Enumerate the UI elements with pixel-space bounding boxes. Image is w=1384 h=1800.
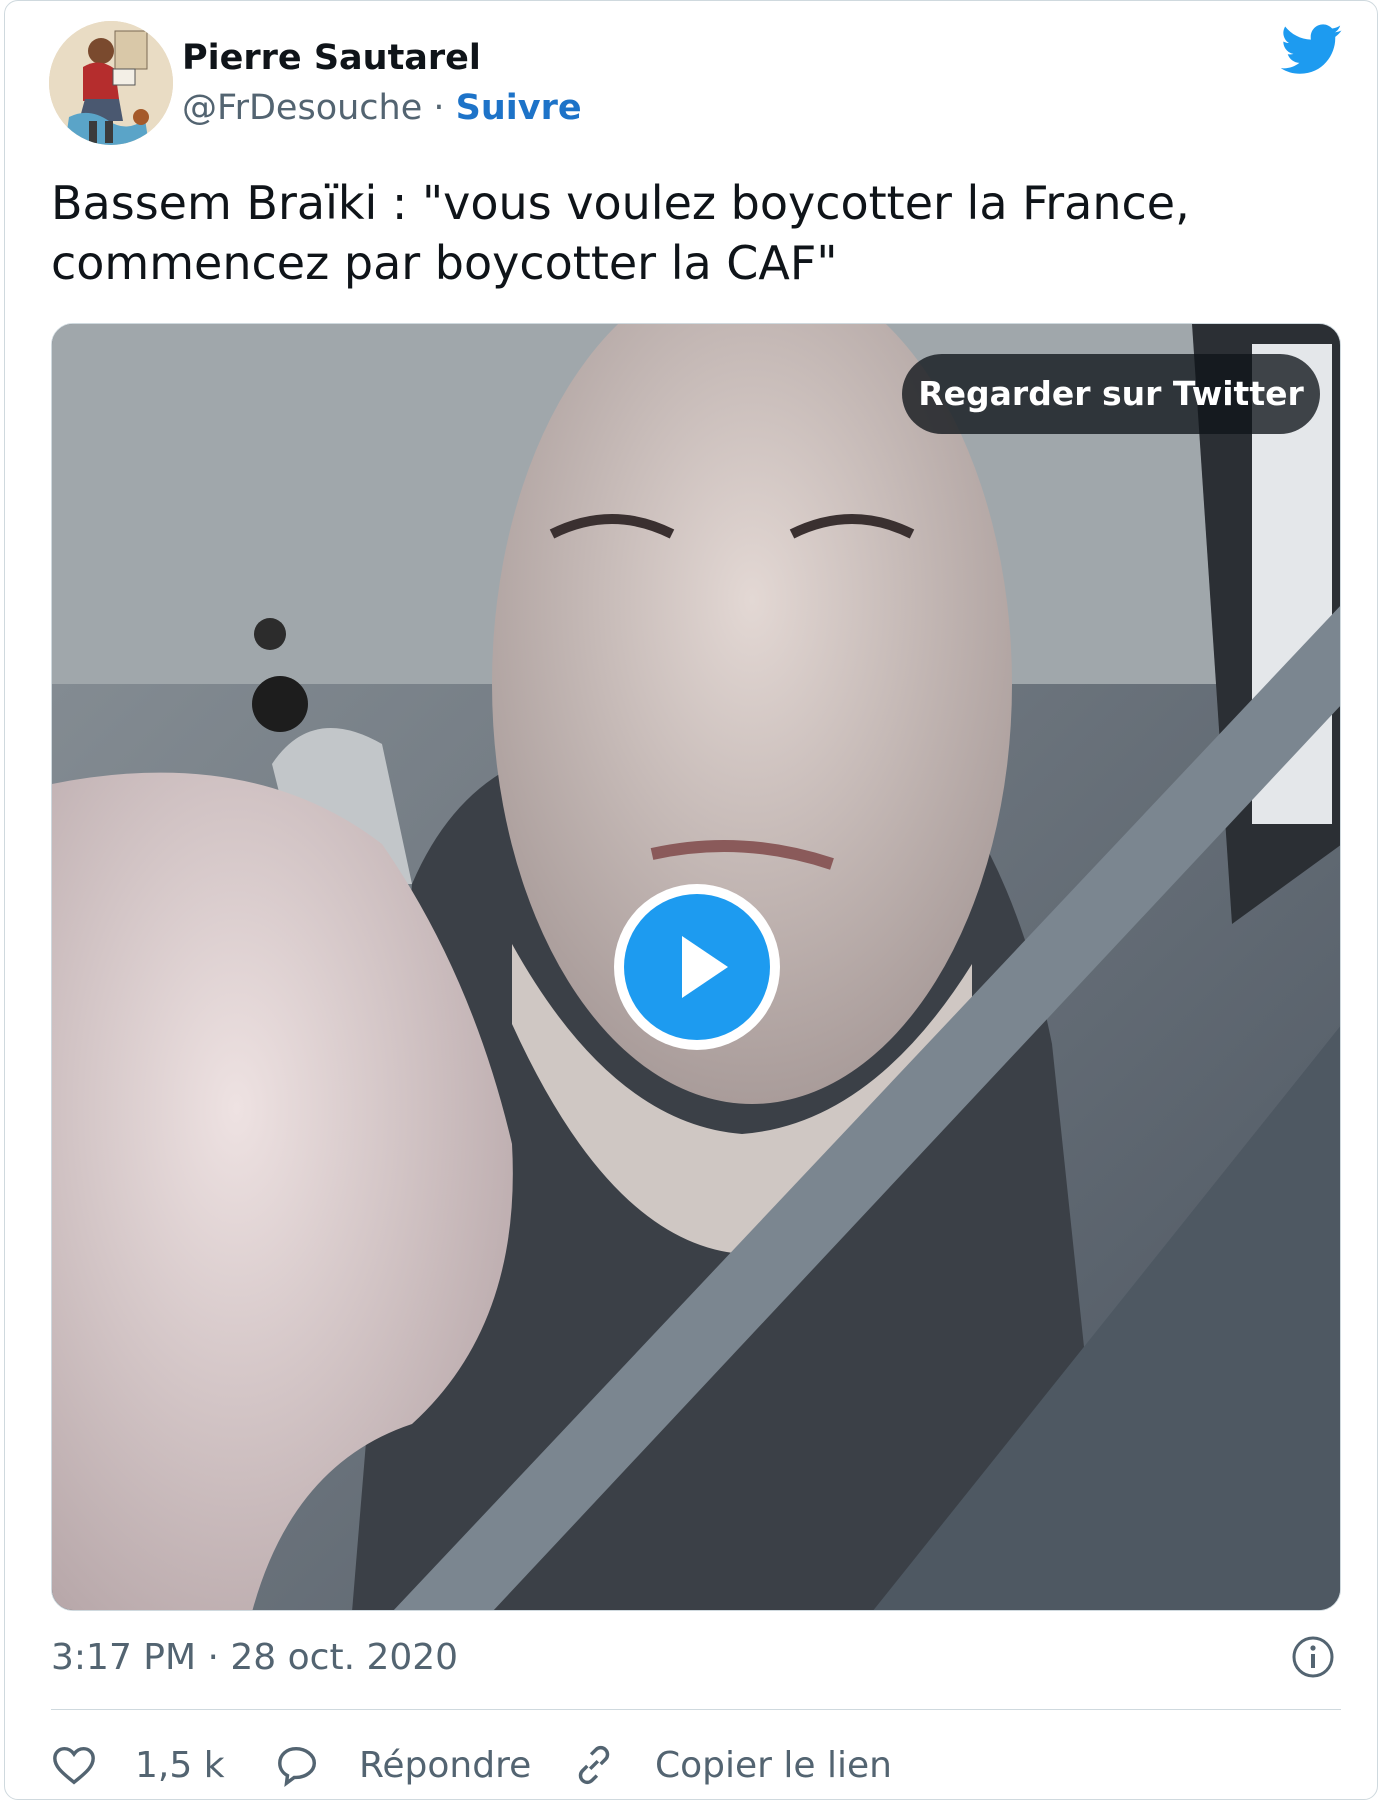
like-count: 1,5 k [135, 1744, 225, 1786]
divider [51, 1709, 1341, 1710]
info-icon[interactable] [1291, 1635, 1335, 1679]
display-name[interactable]: Pierre Sautarel [182, 33, 481, 83]
play-icon [682, 936, 728, 998]
twitter-bird-icon[interactable] [1281, 23, 1343, 77]
video-player[interactable]: Regarder sur Twitter [51, 323, 1341, 1611]
reply-button[interactable]: Répondre [275, 1737, 531, 1793]
tweet-card: Pierre Sautarel @FrDesouche · Suivre Bas… [4, 0, 1378, 1800]
heart-icon [53, 1746, 95, 1785]
copy-link-label: Copier le lien [655, 1744, 892, 1786]
tweet-text: Bassem Braïki : "vous voulez boycotter l… [51, 173, 1301, 293]
watch-on-twitter-button[interactable]: Regarder sur Twitter [902, 354, 1320, 434]
handle-row: @FrDesouche · Suivre [182, 83, 582, 133]
play-button-fill [624, 894, 770, 1040]
user-handle[interactable]: @FrDesouche [182, 88, 422, 128]
avatar-illustration [49, 21, 173, 145]
follow-link[interactable]: Suivre [456, 88, 582, 128]
tweet-text-line: commencez par boycotter la CAF" [51, 236, 838, 290]
reply-label: Répondre [359, 1744, 532, 1786]
like-button[interactable]: 1,5 k [51, 1737, 225, 1793]
link-icon [578, 1745, 610, 1785]
copy-link-button[interactable]: Copier le lien [571, 1737, 892, 1793]
separator-dot: · [422, 88, 456, 128]
avatar[interactable] [49, 21, 173, 145]
play-button[interactable] [614, 884, 780, 1050]
action-bar: 1,5 k Répondre Copier le lien [51, 1737, 1341, 1797]
tweet-text-line: Bassem Braïki : "vous voulez boycotter l… [51, 176, 1190, 230]
tweet-timestamp[interactable]: 3:17 PM · 28 oct. 2020 [51, 1633, 458, 1683]
reply-bubble-icon [278, 1746, 317, 1788]
